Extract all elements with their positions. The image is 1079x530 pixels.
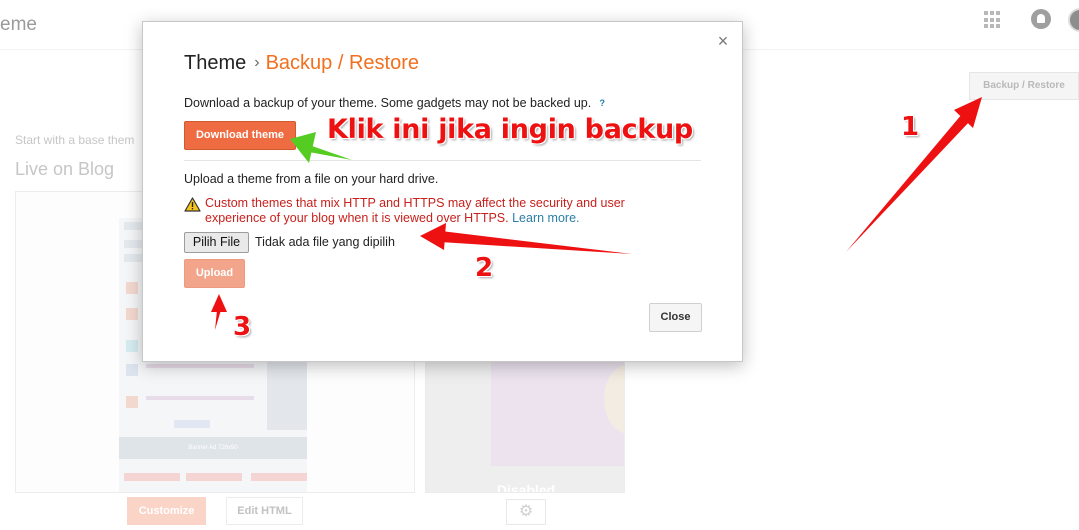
close-icon[interactable]: × bbox=[715, 32, 731, 50]
step-3-label: 3 bbox=[233, 312, 252, 342]
preview-thumbnail bbox=[126, 308, 138, 320]
mobile-disabled-label: Disabled bbox=[496, 482, 556, 493]
choose-file-button[interactable]: Pilih File bbox=[184, 232, 249, 253]
step-1-label: 1 bbox=[901, 112, 920, 142]
preview-tab bbox=[251, 473, 307, 481]
help-icon[interactable]: ? bbox=[596, 97, 608, 109]
app-title: eme bbox=[0, 14, 37, 35]
breadcrumb-separator: › bbox=[254, 54, 260, 71]
edit-html-button[interactable]: Edit HTML bbox=[226, 497, 303, 525]
learn-more-link[interactable]: Learn more. bbox=[512, 211, 579, 225]
live-on-blog-title: Live on Blog bbox=[15, 159, 115, 179]
step-2-label: 2 bbox=[475, 253, 494, 283]
divider bbox=[184, 160, 701, 161]
file-status: Tidak ada file yang dipilih bbox=[255, 235, 395, 249]
download-description-text: Download a backup of your theme. Some ga… bbox=[184, 96, 592, 110]
preview-banner: Banner Ad 728x90 bbox=[119, 437, 307, 459]
preview-pagination bbox=[174, 420, 210, 428]
notifications-icon[interactable] bbox=[1031, 9, 1051, 29]
https-warning: Custom themes that mix HTTP and HTTPS ma… bbox=[205, 196, 675, 226]
breadcrumb-theme[interactable]: Theme bbox=[184, 52, 246, 74]
download-theme-button[interactable]: Download theme bbox=[184, 121, 296, 150]
preview-bar bbox=[146, 396, 254, 400]
preview-thumbnail bbox=[126, 364, 138, 376]
upload-button[interactable]: Upload bbox=[184, 259, 245, 288]
gear-icon[interactable]: ⚙ bbox=[506, 499, 546, 525]
preview-bar bbox=[146, 364, 254, 368]
upload-description: Upload a theme from a file on your hard … bbox=[184, 172, 439, 186]
customize-button[interactable]: Customize bbox=[127, 497, 206, 525]
backup-instruction-caption: Klik ini jika ingin backup bbox=[327, 114, 693, 145]
backup-restore-dialog: × Theme › Backup / Restore Download a back… bbox=[142, 21, 743, 362]
dialog-title: Theme › Backup / Restore bbox=[184, 52, 419, 75]
start-text: Start with a base them bbox=[15, 133, 135, 147]
preview-thumbnail bbox=[126, 396, 138, 408]
warning-icon bbox=[184, 197, 201, 212]
backup-restore-button[interactable]: Backup / Restore bbox=[969, 72, 1079, 100]
preview-tab bbox=[124, 473, 180, 481]
preview-thumbnail bbox=[126, 282, 138, 294]
close-button[interactable]: Close bbox=[649, 303, 702, 332]
preview-bar bbox=[124, 222, 144, 230]
preview-thumbnail bbox=[126, 340, 138, 352]
preview-tab bbox=[186, 473, 242, 481]
download-description: Download a backup of your theme. Some ga… bbox=[184, 96, 608, 110]
avatar[interactable] bbox=[1068, 8, 1079, 32]
apps-grid-icon[interactable] bbox=[984, 11, 1002, 29]
breadcrumb-current: Backup / Restore bbox=[265, 52, 419, 74]
